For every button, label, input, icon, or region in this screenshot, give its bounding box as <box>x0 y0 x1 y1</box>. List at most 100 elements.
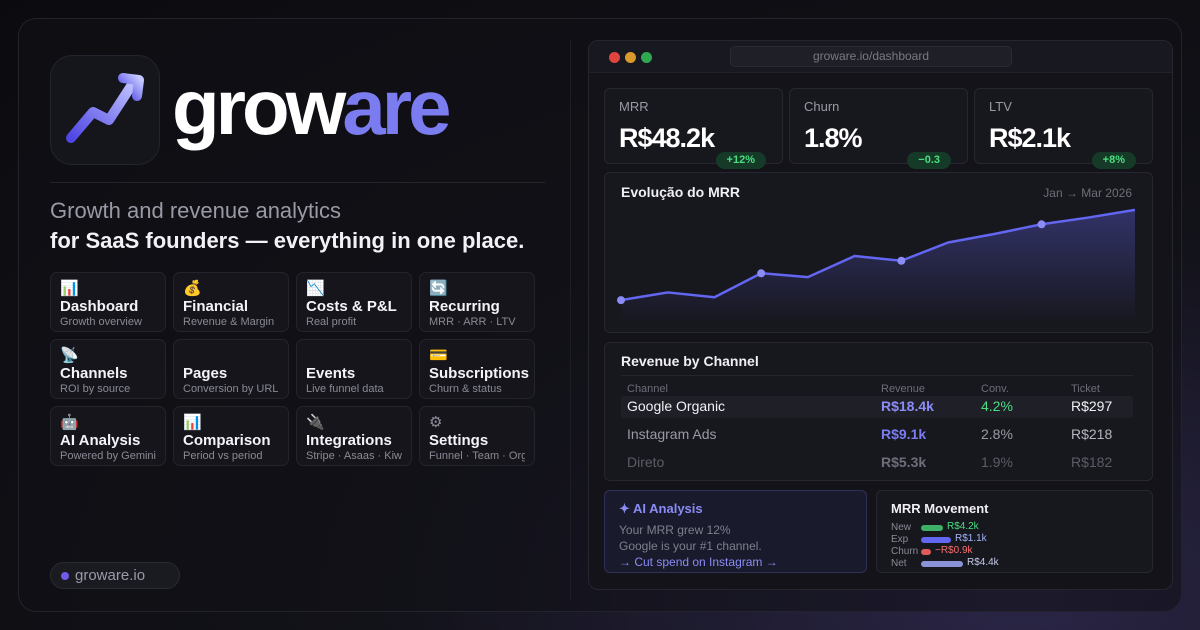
mrr-movement-title: MRR Movement <box>891 501 989 516</box>
feature-card: 🔄 Recurring MRR · ARR · LTV <box>419 272 535 332</box>
browser-titlebar: groware.io/dashboard <box>589 41 1172 73</box>
plug-icon: 🔌 <box>306 414 325 431</box>
ticket-cell: R$182 <box>1071 454 1113 470</box>
site-url: groware.io <box>75 567 146 584</box>
movement-row: New R$4.2k <box>891 521 1141 534</box>
movement-value: R$1.1k <box>955 533 987 544</box>
feature-subtitle: Powered by Gemini <box>60 450 156 462</box>
table-row[interactable]: Direto R$5.3k 1.9% R$182 <box>621 452 1133 474</box>
column-header-channel: Channel <box>627 383 668 395</box>
mrr-data-point[interactable] <box>757 269 766 278</box>
feature-card: 🔌IntegrationsStripe · Asaas · Kiwify <box>296 406 412 466</box>
browser-window: groware.io/dashboard MRR R$48.2k +12% Ch… <box>588 40 1173 590</box>
gear-icon: ⚙ <box>429 414 443 431</box>
conv-cell: 1.9% <box>981 454 1013 470</box>
feature-subtitle: Funnel · Team · Org <box>429 450 525 462</box>
feature-title: Dashboard <box>60 298 139 315</box>
column-header-ticket: Ticket <box>1071 383 1100 395</box>
feature-subtitle: Revenue & Margin <box>183 316 275 328</box>
feature-card: Pages Conversion by URL <box>173 339 289 399</box>
movement-value: −R$0.9k <box>935 545 973 556</box>
kpi-value: R$48.2k <box>619 123 715 153</box>
feature-title: Integrations <box>306 432 392 449</box>
event-icon <box>306 346 402 366</box>
feature-subtitle: Stripe · Asaas · Kiwify <box>306 450 402 462</box>
kpi-card-ltv: LTV R$2.1k +8% <box>974 88 1153 169</box>
feature-card: Events Live funnel data <box>296 339 412 399</box>
maximize-dot-icon[interactable] <box>641 52 652 63</box>
revenue-cell: R$5.3k <box>881 454 927 470</box>
kpi-card-mrr: MRR R$48.2k +12% <box>604 88 783 169</box>
kpi-delta-badge: −0.3 <box>907 152 951 169</box>
ai-analysis-card: ✦ AI Analysis Your MRR grew 12% Google i… <box>604 490 867 573</box>
kpi-label: MRR <box>619 99 649 114</box>
movement-value: R$4.4k <box>967 557 999 568</box>
feature-subtitle: Live funnel data <box>306 383 384 395</box>
feature-subtitle: Real profit <box>306 316 357 328</box>
kpi-label: LTV <box>989 99 1012 114</box>
feature-card: 🤖 AI Analysis Powered by Gemini <box>50 406 166 466</box>
mrr-data-point[interactable] <box>897 256 906 265</box>
ticket-cell: R$297 <box>1071 398 1113 414</box>
feature-title: Comparison <box>183 432 271 449</box>
movement-label: Exp <box>891 534 909 545</box>
revenue-cell: R$18.4k <box>881 398 934 414</box>
feature-title: Recurring <box>429 298 500 315</box>
feature-card: 📡 Channels ROI by source <box>50 339 166 399</box>
movement-label: Churn <box>891 546 919 557</box>
revenue-title: Revenue by Channel <box>621 353 759 369</box>
revenue-divider <box>621 375 1133 376</box>
channel-cell: Instagram Ads <box>627 426 717 442</box>
kpi-delta-badge: +8% <box>1091 152 1136 169</box>
movement-bar <box>921 537 951 543</box>
movement-value: R$4.2k <box>947 521 979 532</box>
money-bag-icon: 💰 <box>183 280 202 297</box>
page-icon <box>183 346 279 366</box>
satellite-icon: 📡 <box>60 347 79 364</box>
status-dot-icon <box>61 572 69 580</box>
feature-grid: 📊 Dashboard Growth overview 💰 Financial Reve… <box>50 272 540 466</box>
ai-analysis-title: ✦ AI Analysis <box>619 501 703 516</box>
feature-title: Events <box>306 365 356 382</box>
minimize-dot-icon[interactable] <box>625 52 636 63</box>
table-row[interactable]: Instagram Ads R$9.1k 2.8% R$218 <box>621 424 1133 446</box>
movement-row: Exp R$1.1k <box>891 533 1141 546</box>
feature-card: 📊 Comparison Period vs period <box>173 406 289 466</box>
feature-card: ⚙ Settings Funnel · Team · Org <box>419 406 535 466</box>
ai-recommendation-link[interactable]: → Cut spend on Instagram → <box>619 555 778 569</box>
column-header-revenue: Revenue <box>881 383 926 395</box>
address-bar[interactable]: groware.io/dashboard <box>730 46 1012 67</box>
revenue-by-channel-card: Revenue by Channel Channel Revenue Conv.… <box>604 342 1153 481</box>
movement-label: Net <box>891 558 907 569</box>
conv-cell: 4.2% <box>981 398 1013 414</box>
feature-subtitle: Period vs period <box>183 450 263 462</box>
kpi-label: Churn <box>804 99 840 114</box>
bar-chart-icon: 📊 <box>60 280 79 297</box>
brand-wordmark: groware <box>172 62 451 152</box>
refresh-icon: 🔄 <box>429 280 448 297</box>
movement-bar <box>921 549 931 555</box>
robot-icon: 🤖 <box>60 414 79 431</box>
feature-subtitle: MRR · ARR · LTV <box>429 316 516 328</box>
mrr-movement-card: MRR Movement New R$4.2k Exp R$1.1k Churn… <box>876 490 1153 573</box>
close-dot-icon[interactable] <box>609 52 620 63</box>
kpi-delta-badge: +12% <box>715 152 766 169</box>
movement-bar <box>921 561 963 567</box>
feature-title: AI Analysis <box>60 432 141 449</box>
tagline-line-2: for SaaS founders — everything in one pl… <box>50 228 525 253</box>
movement-bar <box>921 525 943 531</box>
mrr-data-point[interactable] <box>617 296 625 305</box>
table-row[interactable]: Google Organic R$18.4k 4.2% R$297 <box>621 396 1133 418</box>
feature-title: Channels <box>60 365 128 382</box>
mrr-data-point[interactable] <box>1037 220 1046 229</box>
feature-subtitle: Churn & status <box>429 383 502 395</box>
mrr-chart-card: Evolução do MRR Jan → Mar 2026 <box>604 172 1153 333</box>
trend-arrow-icon <box>66 73 144 143</box>
movement-row: Net R$4.4k <box>891 557 1141 570</box>
bar-chart-icon: 📊 <box>183 414 202 431</box>
site-link[interactable]: groware.io <box>50 562 180 589</box>
feature-card: 💳 Subscriptions Churn & status <box>419 339 535 399</box>
ai-insight-line: Google is your #1 channel. <box>619 539 762 553</box>
feature-title: Pages <box>183 365 228 382</box>
tagline-line-1: Growth and revenue analytics <box>50 198 342 223</box>
